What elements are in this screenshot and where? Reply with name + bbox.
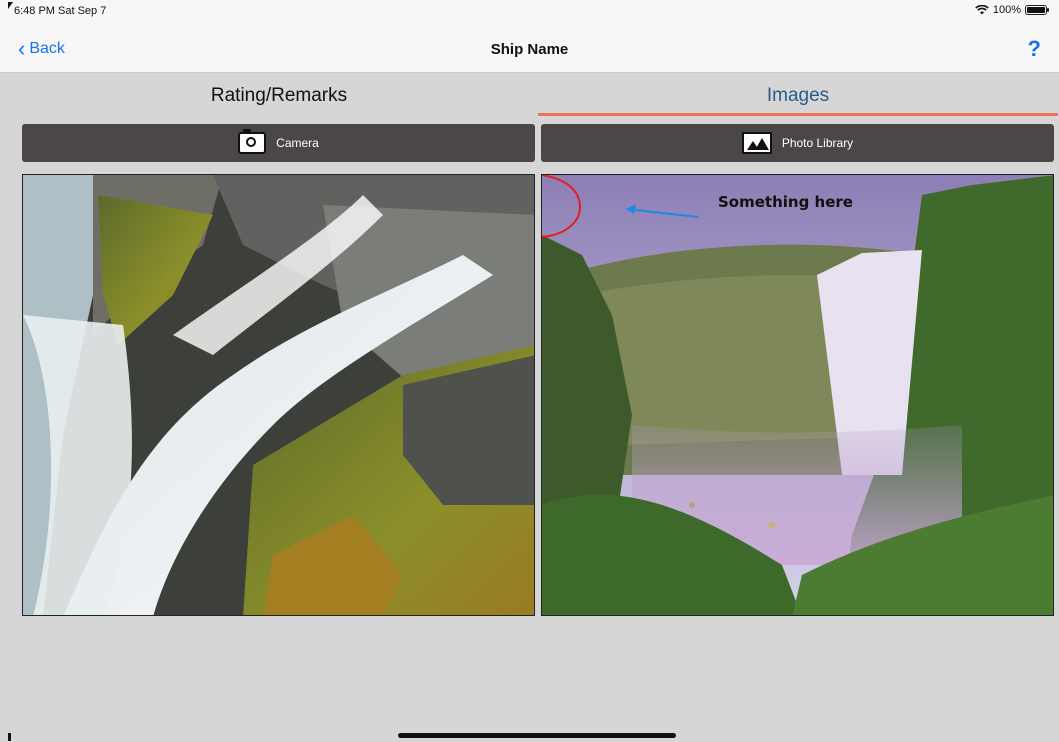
- tab-images[interactable]: Images: [538, 78, 1058, 116]
- camera-icon: [238, 129, 267, 154]
- photo-thumbnail-valley-waterfall[interactable]: Something here: [541, 174, 1054, 616]
- home-indicator: [398, 733, 676, 738]
- photo-library-icon: [741, 132, 772, 154]
- segmented-tabs: Rating/Remarks Images: [0, 78, 1059, 116]
- status-right: 100%: [975, 4, 1049, 16]
- navigation-bar: ‹ Back Ship Name ?: [0, 36, 1059, 64]
- tab-selected-indicator: [538, 113, 1058, 116]
- tab-images-label: Images: [766, 85, 830, 106]
- valley-waterfall-image: [542, 175, 1053, 615]
- photo-library-button[interactable]: Photo Library: [541, 124, 1054, 162]
- help-button[interactable]: ?: [1028, 36, 1041, 62]
- status-time: 6:48 PM Sat Sep 7: [14, 5, 107, 17]
- top-bar: 6:48 PM Sat Sep 7 100% ‹ Back Ship Name …: [0, 0, 1059, 73]
- tab-rating-remarks[interactable]: Rating/Remarks: [22, 78, 536, 116]
- battery-icon: [1025, 5, 1049, 15]
- photo-library-button-label: Photo Library: [781, 136, 854, 150]
- camera-button-label: Camera: [276, 136, 319, 150]
- camera-button[interactable]: Camera: [22, 124, 535, 162]
- photo-thumbnail-waterfall-rocks[interactable]: [22, 174, 535, 616]
- screen-corner-mark: [8, 733, 11, 741]
- photo-annotation-text: Something here: [718, 193, 853, 211]
- waterfall-rocks-image: [23, 175, 534, 615]
- page-title: Ship Name: [490, 41, 569, 58]
- wifi-icon: [975, 5, 989, 15]
- status-bar: 6:48 PM Sat Sep 7 100%: [0, 0, 1059, 22]
- battery-percent: 100%: [992, 4, 1021, 16]
